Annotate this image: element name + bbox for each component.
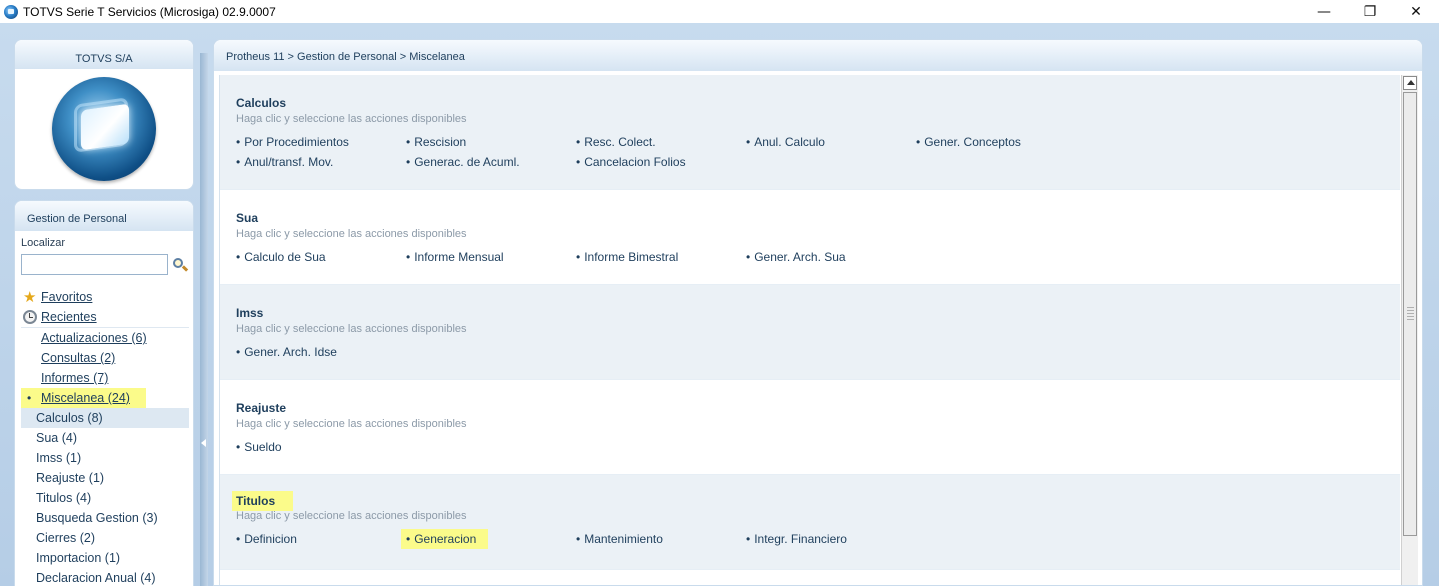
section-reajuste: Reajuste Haga clic y seleccione las acci… <box>220 380 1400 475</box>
section-titulos: Titulos Haga clic y seleccione las accio… <box>220 475 1400 570</box>
action-link[interactable]: • Mantenimiento <box>576 529 663 549</box>
nav-subitem-label: Declaracion Anual (4) <box>36 571 156 585</box>
section-title: Imss <box>236 306 264 320</box>
action-link[interactable]: • Integr. Financiero <box>746 529 847 549</box>
search-input[interactable] <box>21 254 168 275</box>
content-panel: Protheus 11 > Gestion de Personal > Misc… <box>213 39 1423 586</box>
scroll-up-arrow-icon[interactable] <box>1403 76 1417 90</box>
breadcrumb: Protheus 11 > Gestion de Personal > Misc… <box>214 40 1422 71</box>
nav-subitem-label: Importacion (1) <box>36 551 121 565</box>
nav-recents-label: Recientes <box>41 310 97 324</box>
action-link[interactable]: • Por Procedimientos <box>236 132 349 152</box>
section-title: Sua <box>236 211 259 225</box>
company-name: TOTVS S/A <box>15 40 193 69</box>
collapse-arrow-icon[interactable] <box>201 439 206 447</box>
nav-header: Gestion de Personal <box>15 201 193 231</box>
section-subtitle: Haga clic y seleccione las acciones disp… <box>236 113 467 125</box>
section-sua: Sua Haga clic y seleccione las acciones … <box>220 190 1400 285</box>
nav-item-informes[interactable]: Informes (7) <box>21 368 189 388</box>
nav-subitem-label: Busqueda Gestion (3) <box>36 511 158 525</box>
nav-favorites[interactable]: ★ Favoritos <box>21 287 189 307</box>
nav-subitem-importacion[interactable]: Importacion (1) <box>21 548 189 568</box>
nav-subitem-sua[interactable]: Sua (4) <box>21 428 189 448</box>
action-link[interactable]: • Anul/transf. Mov. <box>236 152 333 172</box>
search-icon[interactable] <box>172 257 189 273</box>
window-title: TOTVS Serie T Servicios (Microsiga) 02.9… <box>23 4 276 19</box>
nav-tree: ★ Favoritos Recientes Actualizaciones (6… <box>21 287 189 586</box>
section-title: Titulos <box>232 491 294 511</box>
action-link[interactable]: • Cancelacion Folios <box>576 152 686 172</box>
panel-splitter[interactable] <box>200 53 208 586</box>
nav-subitem-declaracion-anual[interactable]: Declaracion Anual (4) <box>21 568 189 586</box>
section-subtitle: Haga clic y seleccione las acciones disp… <box>236 228 467 240</box>
nav-item-label: Miscelanea (24) <box>41 391 130 405</box>
action-link[interactable]: • Definicion <box>236 529 297 549</box>
section-title: Reajuste <box>236 401 287 415</box>
nav-subitem-label: Calculos (8) <box>36 411 103 425</box>
nav-item-consultas[interactable]: Consultas (2) <box>21 348 189 368</box>
company-panel: TOTVS S/A <box>14 39 194 190</box>
nav-subitem-label: Reajuste (1) <box>36 471 105 485</box>
nav-item-label: Actualizaciones (6) <box>41 331 147 345</box>
star-icon: ★ <box>23 288 37 306</box>
nav-subitem-label: Titulos (4) <box>36 491 92 505</box>
search-label: Localizar <box>21 237 66 249</box>
nav-item-label: Consultas (2) <box>41 351 116 365</box>
window-titlebar: TOTVS Serie T Servicios (Microsiga) 02.9… <box>0 0 1439 23</box>
action-link[interactable]: • Generac. de Acuml. <box>406 152 520 172</box>
restore-button[interactable]: ❐ <box>1347 0 1393 23</box>
action-link[interactable]: • Resc. Colect. <box>576 132 656 152</box>
action-link[interactable]: • Gener. Arch. Idse <box>236 342 337 362</box>
action-link[interactable]: • Calculo de Sua <box>236 247 326 267</box>
action-link[interactable]: • Anul. Calculo <box>746 132 825 152</box>
section-subtitle: Haga clic y seleccione las acciones disp… <box>236 418 467 430</box>
nav-item-label: Informes (7) <box>41 371 109 385</box>
nav-item-actualizaciones[interactable]: Actualizaciones (6) <box>21 328 189 348</box>
action-link[interactable]: • Gener. Arch. Sua <box>746 247 846 267</box>
totvs-logo-icon <box>52 77 156 181</box>
vertical-scrollbar[interactable] <box>1401 75 1418 585</box>
nav-subitem-cierres[interactable]: Cierres (2) <box>21 528 189 548</box>
nav-recents[interactable]: Recientes <box>21 307 189 327</box>
close-button[interactable]: ✕ <box>1393 0 1439 23</box>
workspace: TOTVS S/A Gestion de Personal Localizar … <box>0 23 1439 586</box>
clock-icon <box>23 310 37 324</box>
section-calculos: Calculos Haga clic y seleccione las acci… <box>220 75 1400 190</box>
action-link-highlighted[interactable]: • Generacion <box>401 529 489 549</box>
nav-subitem-titulos[interactable]: Titulos (4) <box>21 488 189 508</box>
bullet-icon: • <box>27 391 32 405</box>
action-link[interactable]: • Sueldo <box>236 437 282 457</box>
action-link[interactable]: • Gener. Conceptos <box>916 132 1021 152</box>
action-link[interactable]: • Informe Mensual <box>406 247 504 267</box>
section-subtitle: Haga clic y seleccione las acciones disp… <box>236 323 467 335</box>
minimize-button[interactable]: — <box>1301 0 1347 23</box>
nav-item-miscelanea[interactable]: • Miscelanea (24) <box>21 388 189 408</box>
actions-list: Calculos Haga clic y seleccione las acci… <box>219 75 1400 585</box>
nav-subitem-reajuste[interactable]: Reajuste (1) <box>21 468 189 488</box>
nav-favorites-label: Favoritos <box>41 290 93 304</box>
section-subtitle: Haga clic y seleccione las acciones disp… <box>236 510 467 522</box>
navigation-panel: Gestion de Personal Localizar ★ Favorito… <box>14 200 194 586</box>
action-link[interactable]: • Rescision <box>406 132 466 152</box>
scroll-thumb[interactable] <box>1403 92 1417 536</box>
nav-subitem-label: Cierres (2) <box>36 531 96 545</box>
action-link[interactable]: • Informe Bimestral <box>576 247 678 267</box>
section-title: Calculos <box>236 96 287 110</box>
nav-subitem-label: Imss (1) <box>36 451 82 465</box>
nav-subitem-calculos[interactable]: Calculos (8) <box>21 408 189 428</box>
nav-subitem-busqueda-gestion[interactable]: Busqueda Gestion (3) <box>21 508 189 528</box>
section-imss: Imss Haga clic y seleccione las acciones… <box>220 285 1400 380</box>
app-logo-icon <box>4 4 18 19</box>
nav-subitem-imss[interactable]: Imss (1) <box>21 448 189 468</box>
nav-subitem-label: Sua (4) <box>36 431 77 445</box>
